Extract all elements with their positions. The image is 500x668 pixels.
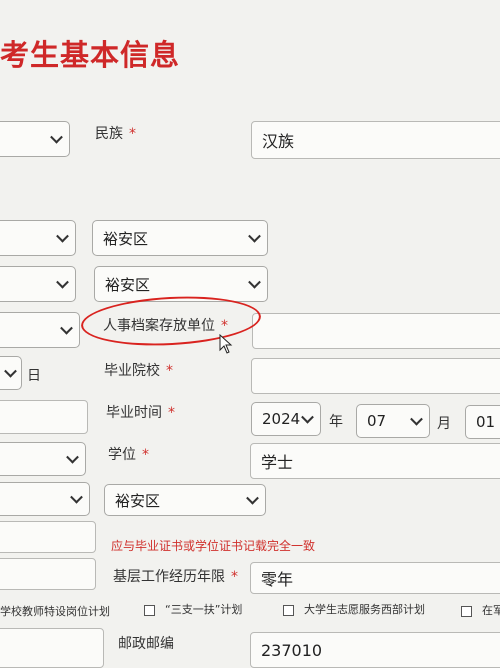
day-select[interactable] [0,356,22,390]
day-unit-label: 日 [27,368,41,384]
ethnicity-value: 汉族 [262,132,295,151]
grassroots-years-input[interactable]: 零年 [250,562,500,594]
graduation-time-label: 毕业时间 * [106,405,175,421]
chevron-down-icon [70,490,83,504]
mouse-cursor-icon [219,334,233,354]
postal-code-input[interactable]: 237010 [250,632,500,668]
degree-value: 学士 [261,453,294,472]
postal-code-label: 邮政邮编 [118,636,174,652]
left-input-2[interactable] [0,521,96,553]
grassroots-years-label: 基层工作经历年限 * [113,569,238,585]
left-select-6[interactable] [0,482,90,516]
checkbox[interactable] [144,604,155,616]
degree-label: 学位 * [108,447,149,463]
graduation-day-select[interactable]: 01 [465,405,500,439]
graduate-school-input[interactable] [251,358,500,394]
left-input-1[interactable] [0,400,88,434]
postal-code-value: 237010 [261,640,323,660]
district-value: 裕安区 [103,229,149,248]
checkbox[interactable] [461,605,472,617]
left-select-2[interactable] [0,220,76,256]
left-select-1[interactable] [0,121,70,157]
chevron-down-icon [60,321,73,335]
plan-option-2[interactable]: “三支一扶”计划 [144,601,242,617]
left-select-4[interactable] [0,312,80,348]
grassroots-years-value: 零年 [261,570,294,589]
archive-unit-input[interactable] [252,313,500,349]
left-input-4[interactable] [0,628,104,668]
year-unit-label: 年 [329,414,343,430]
degree-input[interactable]: 学士 [250,443,500,479]
graduation-year-select[interactable]: 2024 [251,402,321,436]
day-value: 01 [476,413,496,431]
ethnicity-input[interactable]: 汉族 [251,121,500,159]
year-value: 2024 [262,410,301,428]
certificate-note: 应与毕业证书或学位证书记载完全一致 [111,539,316,553]
page-title: 考生基本信息 [0,38,181,72]
graduation-month-select[interactable]: 07 [356,404,430,438]
graduate-school-label: 毕业院校 * [104,363,173,379]
district-value: 裕安区 [115,491,161,510]
chevron-down-icon [4,364,17,378]
chevron-down-icon [248,229,261,243]
district-select-3[interactable]: 裕安区 [104,484,266,516]
month-value: 07 [367,412,387,430]
month-unit-label: 月 [437,416,451,432]
chevron-down-icon [50,130,63,144]
plan-option-4[interactable]: 在军 [461,602,500,618]
chevron-down-icon [66,450,79,464]
chevron-down-icon [410,412,423,426]
district-select-1[interactable]: 裕安区 [92,220,268,256]
plan-option-3[interactable]: 大学生志愿服务西部计划 [283,601,425,617]
left-select-5[interactable] [0,442,86,476]
chevron-down-icon [56,229,69,243]
ethnicity-label: 民族 * [95,126,136,142]
chevron-down-icon [246,491,259,505]
left-input-3[interactable] [0,558,96,590]
chevron-down-icon [56,275,69,289]
left-select-3[interactable] [0,266,76,302]
district-value: 裕安区 [105,275,151,294]
plan-option-1[interactable]: 学校教师特设岗位计划 [0,603,110,619]
chevron-down-icon [248,275,261,289]
checkbox[interactable] [283,604,294,616]
chevron-down-icon [301,410,314,424]
